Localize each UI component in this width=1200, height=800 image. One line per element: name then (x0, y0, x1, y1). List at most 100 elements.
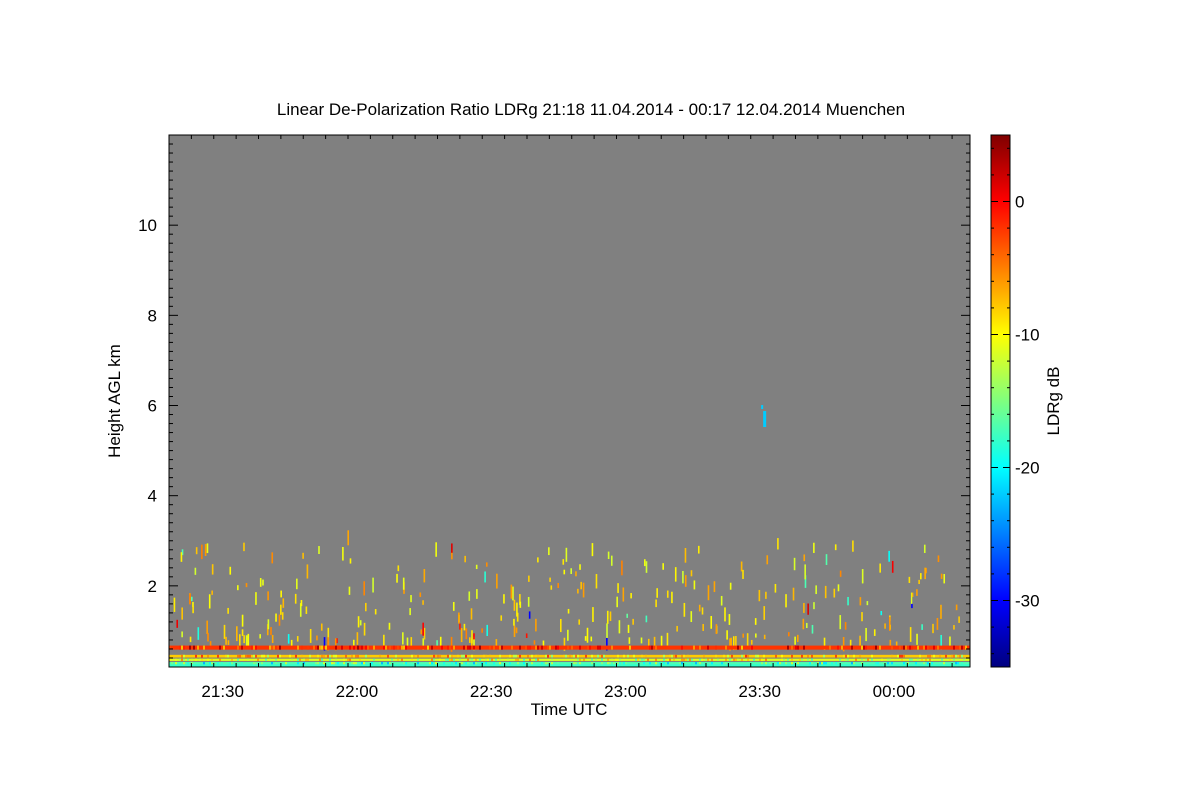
colorbar-tick-label: 0 (1015, 193, 1024, 212)
echo-mark (839, 615, 842, 630)
ldr-band-cell (585, 654, 587, 658)
echo-mark (909, 627, 912, 642)
ldr-band-cell (335, 654, 337, 658)
echo-mark (728, 614, 731, 625)
ldr-band-cell (433, 654, 435, 658)
ldr-band-cell (755, 654, 757, 658)
ldr-band-cell (807, 654, 809, 658)
echo-mark (397, 565, 400, 572)
chart-title: Linear De-Polarization Ratio LDRg 21:18 … (277, 100, 905, 119)
echo-mark (880, 611, 883, 616)
ldr-band-cell (565, 654, 567, 658)
echo-mark (774, 583, 777, 593)
echo-mark (309, 628, 312, 643)
echo-mark (236, 626, 238, 642)
ldr-band-cell (447, 658, 449, 661)
ldr-band-cell (319, 658, 321, 661)
echo-mark (666, 632, 669, 646)
ldr-band-cell (839, 658, 841, 661)
ldr-band-cell (433, 658, 435, 661)
ldr-band-cell (865, 645, 867, 650)
ldr-band-cell (747, 658, 749, 661)
echo-mark (562, 559, 565, 565)
ldr-band-cell (439, 658, 441, 661)
ldr-band-cell (897, 654, 899, 658)
y-tick-label: 10 (138, 216, 157, 235)
ldr-band-cell (495, 658, 497, 661)
ldr-band-cell (279, 645, 281, 650)
ldr-band-cell (395, 654, 397, 658)
echo-mark (662, 563, 664, 570)
echo-mark (206, 620, 208, 634)
ldr-band-cell (247, 658, 249, 661)
echo-mark (227, 607, 229, 614)
echo-mark (815, 585, 817, 595)
ldr-band-cell (651, 645, 653, 650)
plot-background (169, 135, 970, 667)
ldr-band-cell (267, 654, 269, 658)
ldr-band-cell (405, 645, 407, 650)
ldr-band-cell (611, 645, 613, 650)
ldr-band-cell (445, 658, 447, 661)
echo-mark (720, 595, 723, 606)
ldr-band-cell (837, 645, 839, 650)
echo-mark (192, 606, 194, 614)
echo-mark (606, 610, 609, 624)
ldr-band-cell (919, 654, 921, 658)
ldr-band-cell (397, 645, 399, 650)
ldr-band-cell (197, 645, 199, 650)
echo-mark (607, 551, 610, 560)
ldr-band-cell (775, 654, 777, 658)
echo-mark (565, 547, 568, 562)
ldr-band-cell (727, 654, 729, 658)
ldr-band-cell (703, 654, 705, 658)
ldr-band-cell (225, 654, 227, 658)
ldr-band-cell (787, 658, 789, 661)
echo-mark (580, 581, 582, 590)
echo-mark (374, 609, 377, 615)
colorbar-label: LDRg dB (1044, 367, 1063, 436)
echo-mark (632, 618, 634, 625)
ldr-band-cell (447, 645, 449, 650)
echo-mark (473, 633, 475, 640)
echo-mark (388, 622, 391, 630)
echo-mark (181, 631, 183, 638)
ldr-band-cell (699, 658, 701, 661)
ldr-band-cell (867, 658, 869, 661)
ldr-band-cell (601, 658, 603, 661)
ldr-band-cell (301, 645, 303, 650)
ldr-band-cell (927, 645, 929, 650)
ldr-band-cell (361, 645, 363, 650)
ldr-band-cell (961, 654, 963, 658)
ldr-band-cell (467, 658, 469, 661)
ldr-band-cell (401, 658, 403, 661)
ldr-band-cell (705, 658, 707, 661)
echo-mark (181, 607, 183, 620)
ldr-band-cell (687, 658, 689, 661)
ldr-band-cell (537, 654, 539, 658)
ldr-band-cell (807, 658, 809, 661)
echo-mark (363, 581, 365, 596)
ldr-band-cell (623, 654, 625, 658)
ldr-band-cell (929, 658, 931, 661)
echo-mark (347, 530, 350, 546)
ldr-band-cell (353, 645, 355, 650)
echo-mark (908, 576, 911, 583)
ldr-band-cell (647, 658, 649, 661)
echo-mark (513, 618, 515, 626)
echo-mark (173, 597, 176, 612)
echo-mark (940, 604, 942, 619)
echo-mark (484, 571, 486, 583)
echo-mark (888, 550, 890, 562)
x-axis-label: Time UTC (531, 700, 608, 719)
echo-mark (911, 592, 914, 597)
ldr-band-cell (359, 645, 361, 650)
echo-mark (305, 606, 308, 614)
echo-mark (811, 624, 814, 634)
x-tick-label: 23:30 (738, 682, 781, 701)
ldr-band-cell (859, 654, 861, 658)
echo-mark (834, 544, 837, 551)
ldr-band-cell (237, 658, 239, 661)
ldr-band-cell (875, 645, 877, 650)
ldr-band-cell (541, 645, 543, 650)
